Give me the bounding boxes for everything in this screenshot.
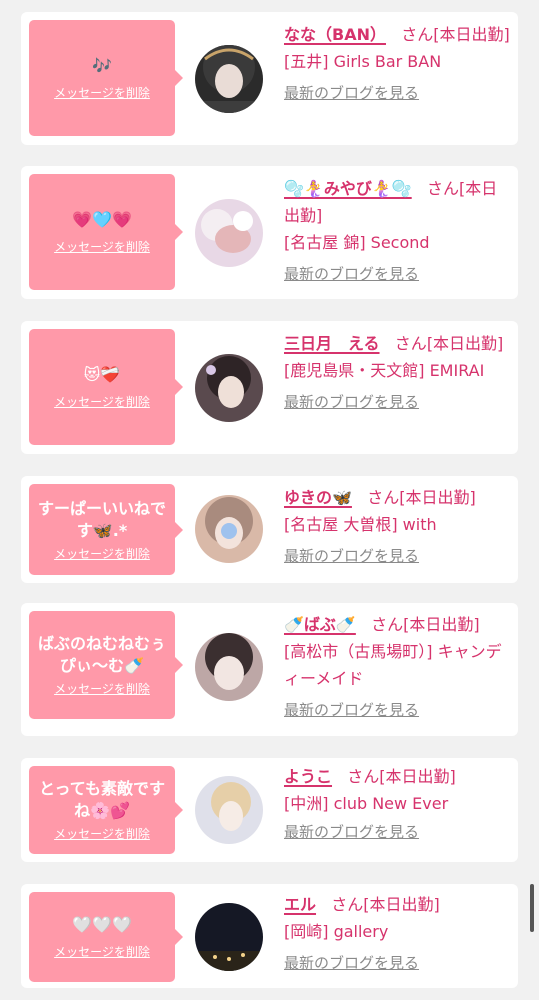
- cast-info: なな（BAN） さん[本日出勤] [五井] Girls Bar BAN 最新のブ…: [284, 21, 510, 107]
- shop-name: [名古屋 大曽根] with: [284, 515, 437, 534]
- cast-info: 三日月 える さん[本日出勤] [鹿児島県・天文館] EMIRAI 最新のブログ…: [284, 330, 510, 416]
- shop-name: [岡崎] gallery: [284, 922, 389, 941]
- cast-info: 🫧🧜‍♀️みやび🧜‍♀️🫧 さん[本日出勤] [名古屋 錦] Second 最新…: [284, 175, 510, 288]
- cast-name-link[interactable]: なな（BAN）: [284, 25, 386, 44]
- avatar-photo: [195, 495, 263, 563]
- work-status: [本日出勤]: [363, 895, 440, 914]
- message-list-page: 🎶 メッセージを削除 なな（BAN） さん[本日出勤] [五井] Girls B…: [0, 0, 539, 1000]
- latest-blog-link[interactable]: 最新のブログを見る: [284, 389, 419, 416]
- avatar-photo: [195, 354, 263, 422]
- honorific: さん: [371, 615, 404, 634]
- message-card: 🤍🤍🤍 メッセージを削除 エル さん[本日出勤] [岡崎] gallery 最新…: [21, 884, 518, 988]
- cast-name-link[interactable]: 🫧🧜‍♀️みやび🧜‍♀️🫧: [284, 179, 412, 198]
- scrollbar-thumb[interactable]: [530, 884, 534, 932]
- message-card: とっても素敵ですね🌸💕 メッセージを削除 ようこ さん[本日出勤] [中洲] c…: [21, 758, 518, 862]
- latest-blog-link[interactable]: 最新のブログを見る: [284, 261, 419, 288]
- latest-blog-link[interactable]: 最新のブログを見る: [284, 950, 419, 977]
- message-bubble: とっても素敵ですね🌸💕 メッセージを削除: [29, 766, 183, 854]
- message-text: ばぶのねむねむぅぴぃ〜む🍼: [37, 634, 166, 675]
- shop-name: [五井] Girls Bar BAN: [284, 52, 442, 71]
- latest-blog-link[interactable]: 最新のブログを見る: [284, 697, 419, 724]
- delete-message-link[interactable]: メッセージを削除: [54, 239, 150, 255]
- avatar-photo: [195, 45, 263, 113]
- message-card: 🎶 メッセージを削除 なな（BAN） さん[本日出勤] [五井] Girls B…: [21, 12, 518, 145]
- message-bubble: 💗🩵💗 メッセージを削除: [29, 174, 183, 290]
- cast-name-link[interactable]: ゆきの🦋: [284, 488, 352, 507]
- cast-name-link[interactable]: 三日月 える: [284, 334, 380, 353]
- avatar-photo: [195, 633, 263, 701]
- latest-blog-link[interactable]: 最新のブログを見る: [284, 543, 419, 570]
- avatar-photo: [195, 199, 263, 267]
- message-text: 😻❤️‍🩹: [83, 365, 121, 384]
- message-card: ばぶのねむねむぅぴぃ〜む🍼 メッセージを削除 🍼ばぶ🍼 さん[本日出勤] [高松…: [21, 603, 518, 736]
- message-card: 💗🩵💗 メッセージを削除 🫧🧜‍♀️みやび🧜‍♀️🫧 さん[本日出勤] [名古屋…: [21, 166, 518, 299]
- honorific: さん: [394, 334, 427, 353]
- shop-name: [鹿児島県・天文館] EMIRAI: [284, 361, 485, 380]
- latest-blog-link[interactable]: 最新のブログを見る: [284, 819, 419, 846]
- work-status: [本日出勤]: [426, 334, 504, 353]
- message-bubble: ばぶのねむねむぅぴぃ〜む🍼 メッセージを削除: [29, 611, 183, 719]
- latest-blog-link[interactable]: 最新のブログを見る: [284, 80, 419, 107]
- shop-name: [高松市（古馬場町）] キャンディーメイド: [284, 642, 502, 688]
- cast-name-link[interactable]: エル: [284, 895, 316, 914]
- honorific: さん: [401, 25, 434, 44]
- avatar[interactable]: [195, 354, 263, 422]
- cast-name-link[interactable]: 🍼ばぶ🍼: [284, 615, 356, 634]
- cast-info: ようこ さん[本日出勤] [中洲] club New Ever 最新のブログを見…: [284, 763, 510, 846]
- message-bubble: 🎶 メッセージを削除: [29, 20, 183, 136]
- avatar[interactable]: [195, 45, 263, 113]
- cast-name-link[interactable]: ようこ: [284, 767, 332, 786]
- honorific: さん: [347, 767, 380, 786]
- message-text: 💗🩵💗: [72, 210, 132, 229]
- shop-name: [名古屋 錦] Second: [284, 233, 430, 252]
- message-card: すーぱーいいねです🦋.* メッセージを削除 ゆきの🦋 さん[本日出勤] [名古屋…: [21, 476, 518, 583]
- cast-info: ゆきの🦋 さん[本日出勤] [名古屋 大曽根] with 最新のブログを見る: [284, 484, 510, 570]
- avatar[interactable]: [195, 633, 263, 701]
- work-status: [本日出勤]: [399, 488, 476, 507]
- cast-info: 🍼ばぶ🍼 さん[本日出勤] [高松市（古馬場町）] キャンディーメイド 最新のブ…: [284, 611, 510, 724]
- delete-message-link[interactable]: メッセージを削除: [54, 681, 150, 697]
- avatar[interactable]: [195, 495, 263, 563]
- work-status: [本日出勤]: [403, 615, 480, 634]
- avatar[interactable]: [195, 903, 263, 971]
- message-bubble: 😻❤️‍🩹 メッセージを削除: [29, 329, 183, 445]
- message-text: とっても素敵ですね🌸💕: [39, 779, 165, 820]
- avatar[interactable]: [195, 199, 263, 267]
- avatar[interactable]: [195, 776, 263, 844]
- work-status: [本日出勤]: [379, 767, 456, 786]
- honorific: さん: [426, 179, 459, 198]
- avatar-photo: [195, 776, 263, 844]
- delete-message-link[interactable]: メッセージを削除: [54, 826, 150, 842]
- honorific: さん: [331, 895, 364, 914]
- work-status: [本日出勤]: [433, 25, 510, 44]
- message-text: すーぱーいいねです🦋.*: [37, 498, 166, 540]
- delete-message-link[interactable]: メッセージを削除: [54, 944, 150, 960]
- message-bubble: 🤍🤍🤍 メッセージを削除: [29, 892, 183, 982]
- delete-message-link[interactable]: メッセージを削除: [54, 85, 150, 101]
- delete-message-link[interactable]: メッセージを削除: [54, 394, 150, 410]
- message-card: 😻❤️‍🩹 メッセージを削除 三日月 える さん[本日出勤] [鹿児島県・天文館…: [21, 321, 518, 454]
- message-text: 🤍🤍🤍: [72, 915, 132, 934]
- delete-message-link[interactable]: メッセージを削除: [54, 546, 150, 562]
- avatar-photo: [195, 903, 263, 971]
- message-bubble: すーぱーいいねです🦋.* メッセージを削除: [29, 484, 183, 575]
- shop-name: [中洲] club New Ever: [284, 794, 449, 813]
- cast-info: エル さん[本日出勤] [岡崎] gallery 最新のブログを見る: [284, 891, 510, 977]
- message-text: 🎶: [92, 56, 112, 75]
- honorific: さん: [367, 488, 400, 507]
